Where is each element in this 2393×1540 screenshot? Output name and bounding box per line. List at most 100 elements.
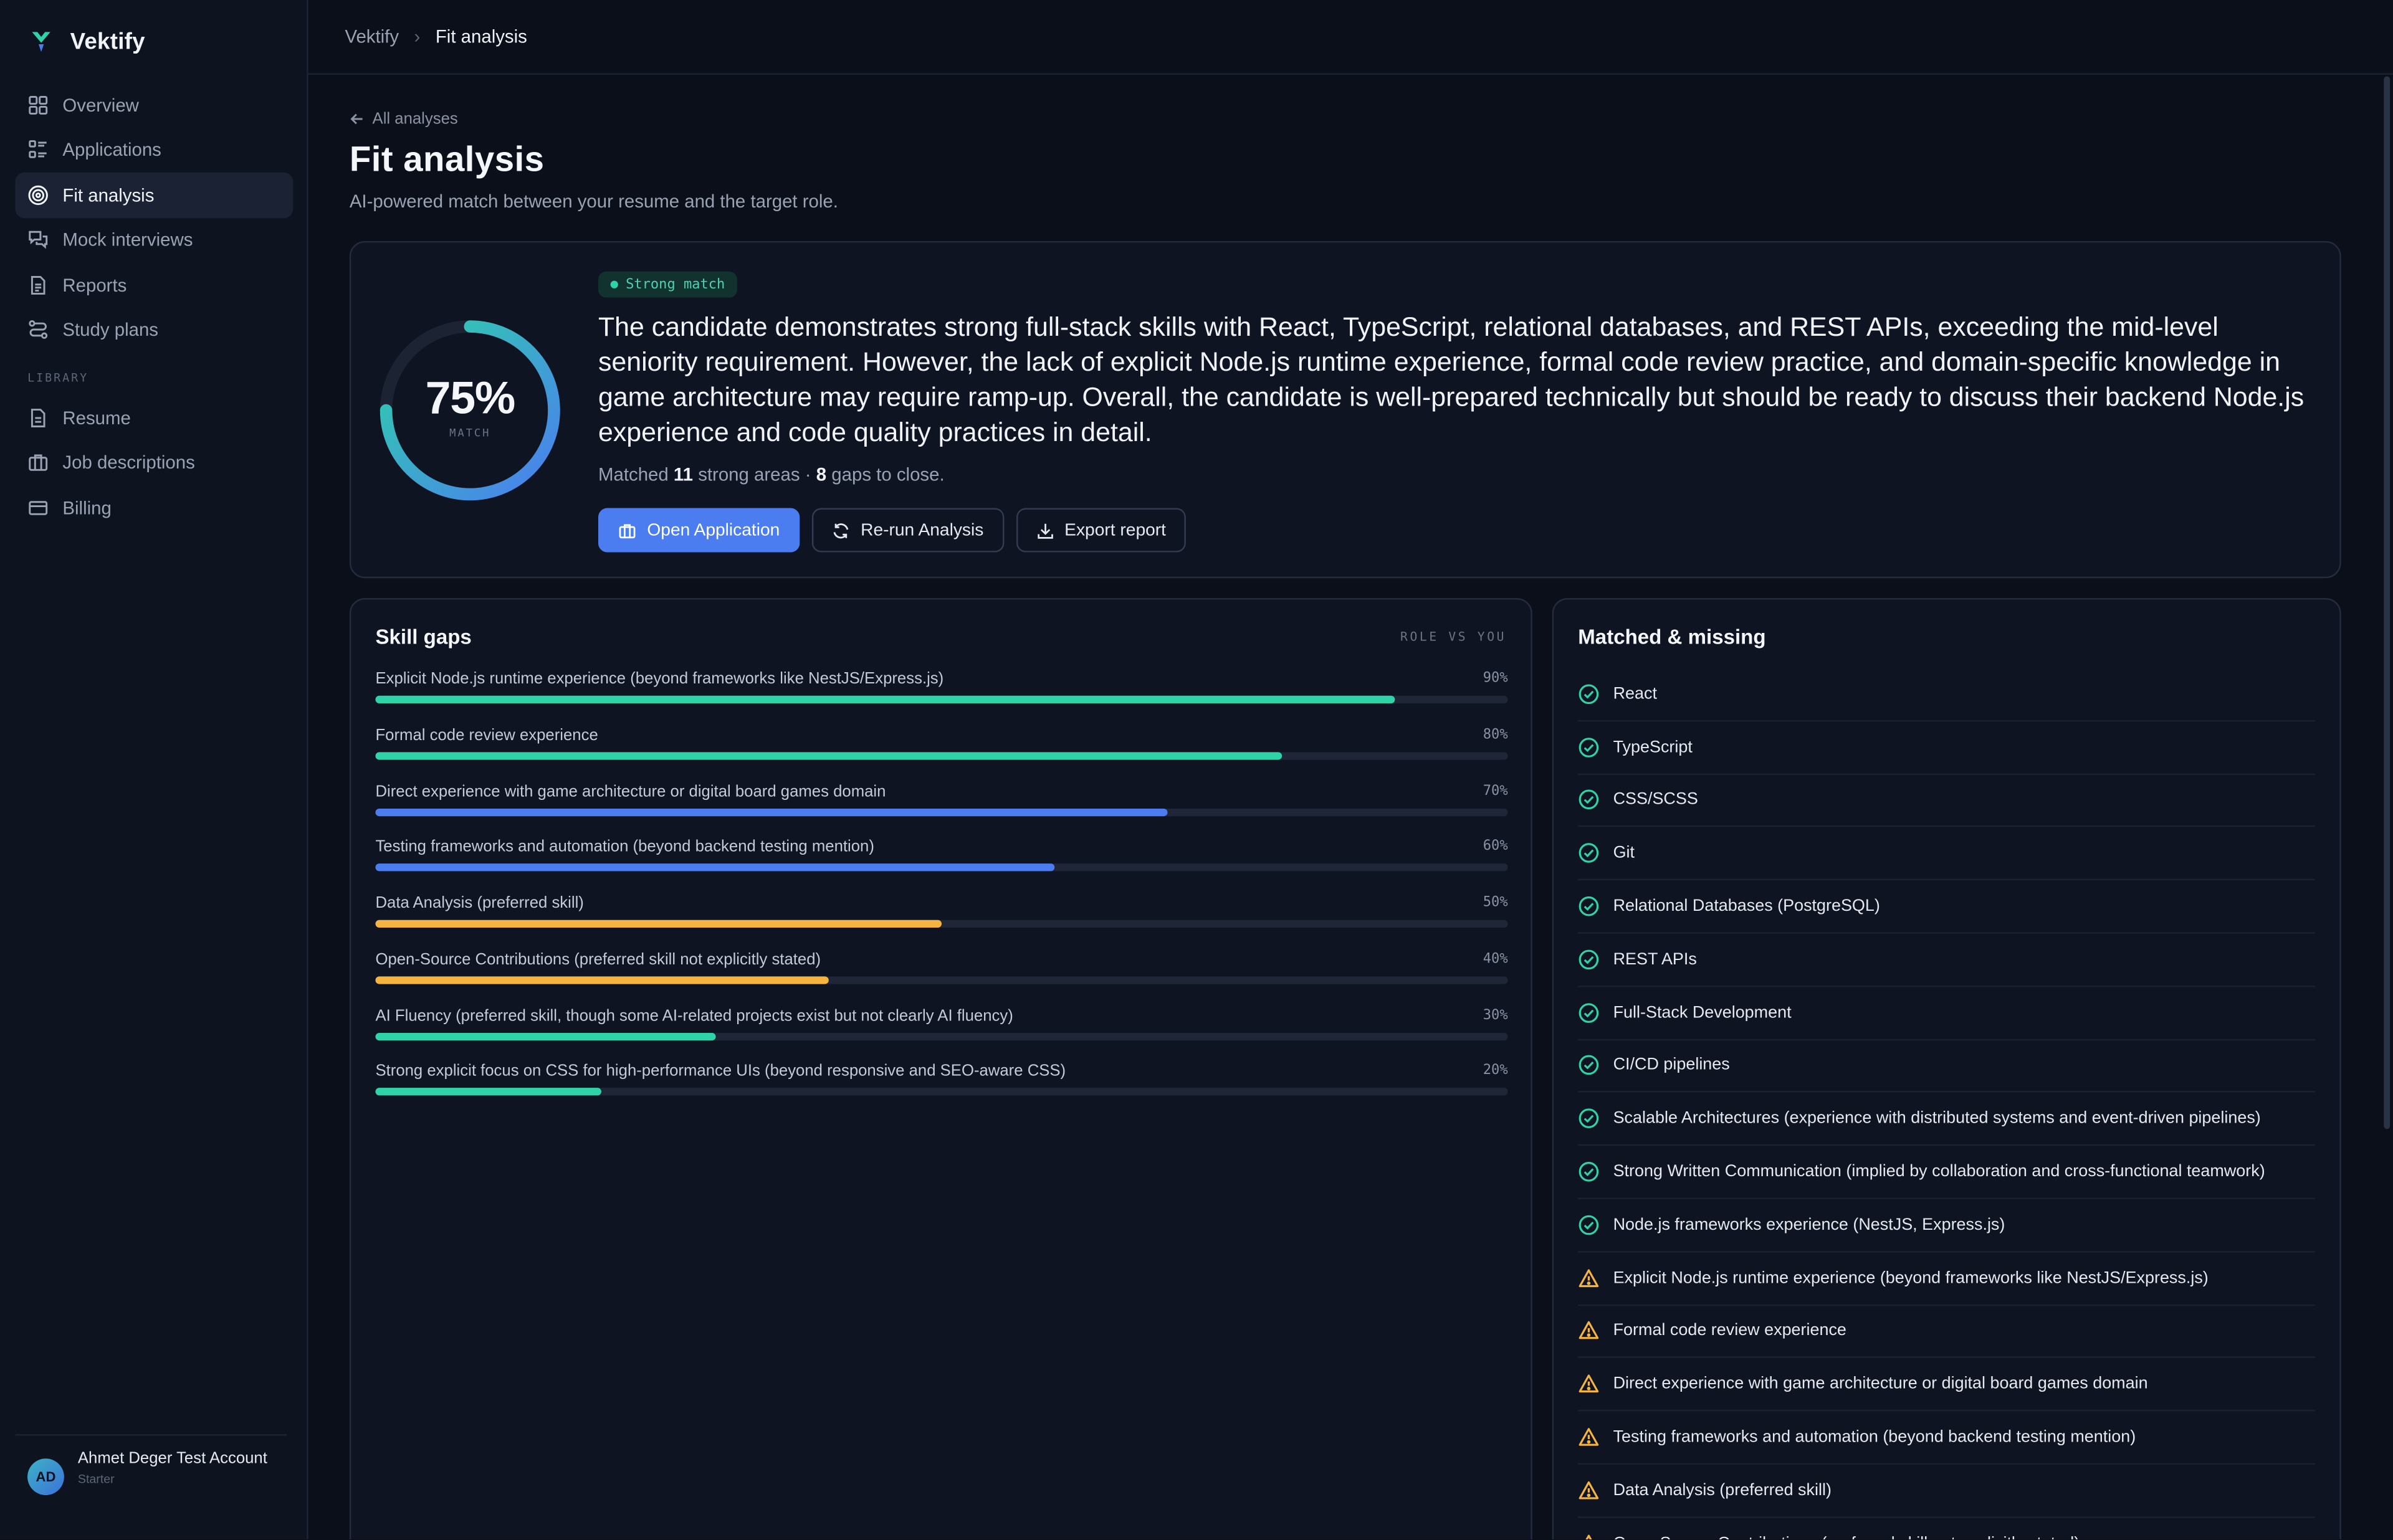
skill-gap-label: AI Fluency (preferred skill, though some… <box>375 1006 1013 1025</box>
sidebar-item-billing[interactable]: Billing <box>15 485 293 530</box>
matched-skill-item: TypeScript <box>1578 721 2316 775</box>
app-name: Vektify <box>70 28 145 54</box>
user-account[interactable]: AD Ahmet Deger Test Account Starter <box>15 1434 287 1496</box>
matched-skill-item: React <box>1578 668 2316 721</box>
skill-gap-percent: 30% <box>1483 1007 1508 1024</box>
sidebar-item-fit-analysis[interactable]: Fit analysis <box>15 172 294 217</box>
library-section-label: LIBRARY <box>27 371 89 385</box>
skill-gap-percent: 70% <box>1483 783 1508 799</box>
rerun-analysis-button[interactable]: Re-run Analysis <box>811 508 1004 553</box>
arrow-left-icon <box>350 113 363 125</box>
check-circle-icon <box>1579 843 1599 863</box>
open-application-button[interactable]: Open Application <box>598 508 800 553</box>
match-score-label: MATCH <box>449 427 491 440</box>
download-icon <box>1037 523 1053 538</box>
skill-gap-label: Direct experience with game architecture… <box>375 782 886 801</box>
sidebar-item-label: Reports <box>62 274 127 296</box>
sidebar-item-label: Resume <box>62 407 131 429</box>
skill-gap-bar <box>375 807 1168 815</box>
matched-skill-item: Strong Written Communication (implied by… <box>1578 1146 2316 1199</box>
skill-label: Explicit Node.js runtime experience (bey… <box>1613 1268 2209 1288</box>
sidebar-item-label: Applications <box>62 139 161 161</box>
page-scrollbar[interactable] <box>2384 76 2391 1129</box>
export-report-button[interactable]: Export report <box>1015 508 1186 553</box>
meta-prefix: Matched <box>598 463 669 485</box>
matched-skill-item: Relational Databases (PostgreSQL) <box>1578 881 2316 934</box>
skill-label: Data Analysis (preferred skill) <box>1613 1481 1832 1500</box>
sidebar-item-overview[interactable]: Overview <box>15 82 293 127</box>
card-icon <box>29 500 48 515</box>
missing-skill-item: Direct experience with game architecture… <box>1578 1358 2316 1412</box>
skill-gap-label: Open-Source Contributions (preferred ski… <box>375 950 821 969</box>
skill-label: Git <box>1613 844 1635 863</box>
briefcase-icon <box>619 523 636 538</box>
missing-skill-item: Testing frameworks and automation (beyon… <box>1578 1412 2316 1465</box>
sidebar-item-applications[interactable]: Applications <box>15 127 293 172</box>
skill-gap-track <box>375 1032 1508 1040</box>
missing-skill-item: Explicit Node.js runtime experience (bey… <box>1578 1252 2316 1306</box>
meta-suffix: gaps to close. <box>831 463 945 485</box>
skill-gap-label: Testing frameworks and automation (beyon… <box>375 838 874 857</box>
route-icon <box>29 320 48 340</box>
chat-icon <box>29 231 48 250</box>
breadcrumb-root[interactable]: Vektify <box>345 26 399 47</box>
warning-icon <box>1579 1268 1599 1287</box>
skill-gap-percent: 20% <box>1483 1063 1508 1080</box>
status-badge: Strong match <box>598 271 737 298</box>
skill-gap-track <box>375 807 1508 815</box>
warning-icon <box>1579 1481 1599 1500</box>
skill-gap-track <box>375 920 1508 928</box>
user-name: Ahmet Deger Test Account <box>77 1449 267 1468</box>
warning-icon <box>1579 1321 1599 1340</box>
skill-label: React <box>1613 685 1658 703</box>
app-root: Vektify Overview Applications Fit analys… <box>0 0 2393 1540</box>
missing-skill-item: Open-Source Contributions (preferred ski… <box>1578 1518 2315 1540</box>
library-nav: Resume Job descriptions Billing <box>15 395 293 530</box>
sidebar-item-mock-interviews[interactable]: Mock interviews <box>15 217 293 262</box>
skill-gap-label: Formal code review experience <box>375 726 598 744</box>
export-report-label: Export report <box>1064 521 1166 539</box>
refresh-icon <box>833 522 849 538</box>
skill-gap-row: Data Analysis (preferred skill) 50% <box>375 894 1508 950</box>
check-circle-icon <box>1579 1055 1599 1076</box>
skill-gap-row: Strong explicit focus on CSS for high-pe… <box>375 1062 1508 1118</box>
skill-gaps-legend: ROLE VS YOU <box>1400 630 1507 644</box>
skill-label: Full-Stack Development <box>1613 1003 1792 1022</box>
skill-gap-row: Formal code review experience 80% <box>375 726 1508 782</box>
skill-gap-row: Explicit Node.js runtime experience (bey… <box>375 670 1508 726</box>
back-link[interactable]: All analyses <box>350 110 458 128</box>
sidebar-item-job-descriptions[interactable]: Job descriptions <box>15 440 293 485</box>
sidebar-item-study-plans[interactable]: Study plans <box>15 307 293 352</box>
missing-skill-item: Formal code review experience <box>1578 1305 2316 1359</box>
skill-gaps-card: Skill gaps ROLE VS YOU Explicit Node.js … <box>349 598 1532 1540</box>
skill-label: Testing frameworks and automation (beyon… <box>1613 1428 2136 1447</box>
warning-icon <box>1579 1428 1599 1446</box>
avatar: AD <box>27 1458 64 1496</box>
sidebar-item-resume[interactable]: Resume <box>15 395 293 440</box>
check-circle-icon <box>1579 1162 1599 1182</box>
skill-label: TypeScript <box>1613 738 1693 756</box>
matched-skill-item: REST APIs <box>1578 934 2316 987</box>
main-content: All analyses Fit analysis AI-powered mat… <box>349 75 2341 1540</box>
sidebar-item-label: Job descriptions <box>62 452 195 473</box>
skill-gap-bar <box>375 863 1055 872</box>
skill-gap-label: Explicit Node.js runtime experience (bey… <box>375 670 944 688</box>
skill-gap-label: Strong explicit focus on CSS for high-pe… <box>375 1062 1066 1081</box>
brand[interactable]: Vektify <box>27 27 145 55</box>
skill-gap-track <box>375 751 1508 759</box>
skill-gap-track <box>375 1088 1508 1096</box>
back-link-label: All analyses <box>372 110 458 128</box>
matched-count: 11 <box>673 463 693 485</box>
check-circle-icon <box>1579 790 1599 810</box>
skill-gap-track <box>375 863 1508 872</box>
check-circle-icon <box>1579 949 1599 969</box>
matched-skill-item: Node.js frameworks experience (NestJS, E… <box>1578 1199 2316 1253</box>
sidebar-item-label: Study plans <box>62 319 159 341</box>
check-circle-icon <box>1579 684 1599 704</box>
sidebar-item-label: Overview <box>62 94 139 116</box>
sidebar-item-reports[interactable]: Reports <box>15 262 293 307</box>
skill-gap-percent: 80% <box>1483 727 1508 743</box>
check-circle-icon <box>1579 1108 1599 1129</box>
gap-count: 8 <box>816 463 827 485</box>
skill-gap-row: Open-Source Contributions (preferred ski… <box>375 950 1508 1006</box>
